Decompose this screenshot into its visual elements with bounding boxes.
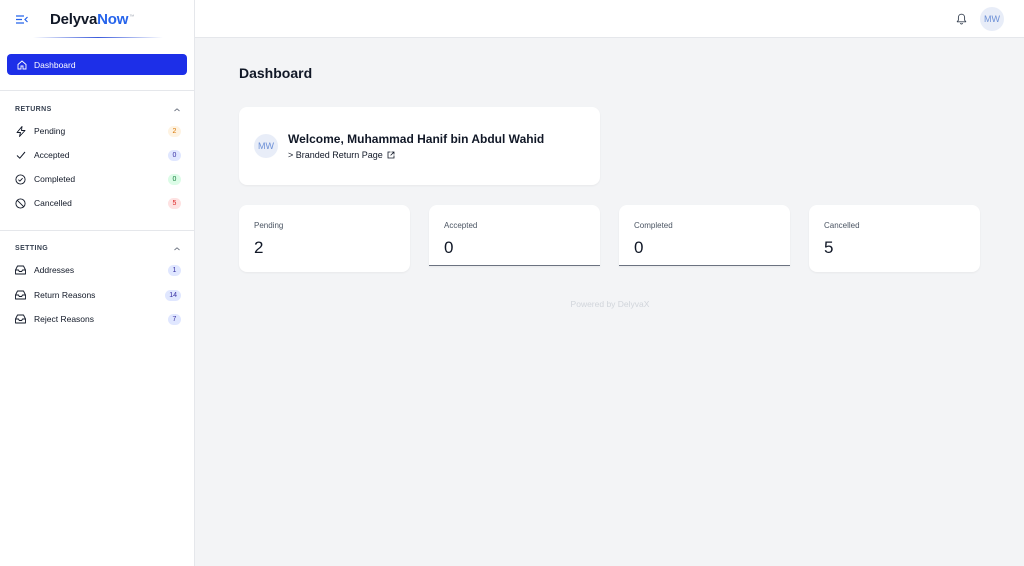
- chevron-up-icon[interactable]: [173, 107, 181, 113]
- sidebar-item-addresses[interactable]: Addresses 1: [15, 262, 181, 278]
- stat-card-completed[interactable]: Completed 0: [619, 205, 790, 266]
- sidebar-item-label: Addresses: [34, 265, 75, 275]
- stat-value: 0: [634, 238, 644, 257]
- powered-by-footer: Powered by DelyvaX: [570, 299, 650, 309]
- ban-icon: [15, 197, 26, 209]
- welcome-card: MW Welcome, Muhammad Hanif bin Abdul Wah…: [239, 107, 600, 185]
- sidebar-item-pending[interactable]: Pending 2: [15, 123, 181, 139]
- chevron-up-icon[interactable]: [173, 246, 181, 252]
- stat-value: 0: [444, 238, 454, 257]
- trademark-symbol: ™: [129, 13, 135, 20]
- sidebar-item-label: Reject Reasons: [34, 314, 95, 324]
- stat-label: Pending: [254, 221, 284, 230]
- branded-return-page-link[interactable]: > Branded Return Page: [288, 150, 395, 160]
- check-icon: [15, 150, 26, 161]
- sidebar-item-label: Completed: [34, 174, 76, 184]
- sidebar-item-cancelled[interactable]: Cancelled 5: [15, 195, 181, 211]
- collapse-menu-icon[interactable]: [15, 12, 29, 26]
- logo-underline: [33, 37, 163, 38]
- count-badge: 7: [168, 313, 181, 325]
- link-label: > Branded Return Page: [288, 150, 383, 160]
- divider: [0, 90, 194, 91]
- sidebar-item-label: Return Reasons: [34, 290, 96, 300]
- count-badge: 5: [168, 197, 181, 209]
- stat-label: Cancelled: [824, 221, 860, 230]
- page-title: Dashboard: [239, 65, 313, 81]
- stat-value: 2: [254, 238, 264, 257]
- sidebar-item-label: Dashboard: [34, 59, 76, 70]
- stat-card-cancelled[interactable]: Cancelled 5: [809, 205, 980, 272]
- count-badge: 1: [168, 264, 181, 276]
- sidebar-item-label: Cancelled: [34, 198, 72, 208]
- sidebar-item-reject-reasons[interactable]: Reject Reasons 7: [15, 311, 181, 327]
- topbar: MW: [195, 0, 1024, 38]
- stat-label: Completed: [634, 221, 673, 230]
- sidebar-item-accepted[interactable]: Accepted 0: [15, 147, 181, 163]
- stat-value: 5: [824, 238, 834, 257]
- tray-icon: [15, 265, 26, 276]
- sidebar: Delyva Now ™ Dashboard RETURNS Pending 2 A…: [0, 0, 195, 566]
- count-badge: 2: [168, 125, 181, 137]
- brand-name-second: Now: [97, 10, 129, 28]
- brand-name-first: Delyva: [50, 10, 98, 28]
- bolt-icon: [15, 125, 26, 137]
- bell-icon[interactable]: [956, 13, 967, 25]
- check-circle-icon: [15, 173, 26, 185]
- stat-label: Accepted: [444, 221, 478, 230]
- sidebar-item-dashboard[interactable]: Dashboard: [7, 54, 187, 75]
- external-link-icon: [387, 151, 395, 159]
- logo-bar: Delyva Now ™: [0, 0, 194, 38]
- home-icon: [17, 59, 27, 70]
- sidebar-item-return-reasons[interactable]: Return Reasons 14: [15, 287, 181, 303]
- user-avatar[interactable]: MW: [980, 7, 1004, 31]
- divider: [0, 230, 194, 231]
- section-heading: SETTING: [15, 245, 49, 252]
- count-badge: 0: [168, 173, 181, 185]
- count-badge: 0: [168, 149, 181, 161]
- count-badge: 14: [165, 289, 181, 301]
- brand-logo[interactable]: Delyva Now ™: [50, 11, 134, 28]
- section-setting-header[interactable]: SETTING: [15, 245, 181, 252]
- avatar: MW: [254, 134, 278, 158]
- sidebar-item-completed[interactable]: Completed 0: [15, 171, 181, 187]
- tray-icon: [15, 314, 26, 325]
- stat-card-accepted[interactable]: Accepted 0: [429, 205, 600, 266]
- section-returns-header[interactable]: RETURNS: [15, 106, 181, 113]
- tray-icon: [15, 290, 26, 301]
- section-heading: RETURNS: [15, 106, 52, 113]
- sidebar-item-label: Pending: [34, 126, 66, 136]
- welcome-message: Welcome, Muhammad Hanif bin Abdul Wahid: [288, 132, 545, 146]
- stat-card-pending[interactable]: Pending 2: [239, 205, 410, 272]
- sidebar-item-label: Accepted: [34, 150, 70, 160]
